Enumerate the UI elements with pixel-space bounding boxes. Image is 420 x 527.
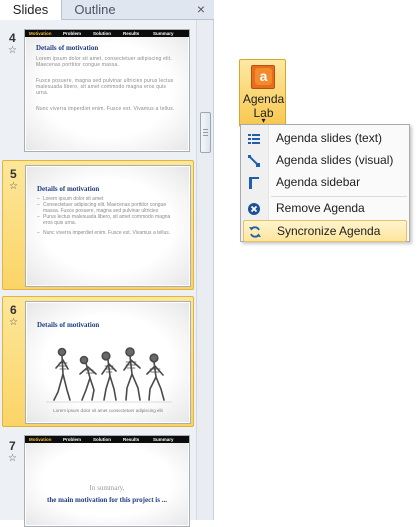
transition-star-icon: ☆	[8, 453, 17, 464]
slide-row-5[interactable]: 5 ☆ Details of motivation Lorem ipsum do…	[2, 160, 194, 290]
slide-nav-bar: Motivation Problem Solution Results Summ…	[25, 436, 189, 443]
sync-icon	[249, 226, 261, 238]
transition-star-icon: ☆	[9, 317, 18, 328]
slide-thumbnail-6[interactable]: Details of motivation Lorem ipsum dolor …	[25, 301, 191, 424]
nav-problem: Problem	[63, 437, 82, 442]
scrollbar-thumb[interactable]	[200, 112, 211, 153]
slide-paragraph: Lorem ipsum dolor sit amet, consectetuer…	[36, 56, 172, 68]
menu-item-label: Remove Agenda	[276, 201, 365, 215]
remove-circle-icon	[248, 203, 260, 215]
menu-item-syncronize-agenda[interactable]: Syncronize Agenda	[243, 220, 407, 242]
slide-bullet: Purus lectus malesuada libero, sit amet …	[37, 214, 177, 226]
agenda-lab-logo-icon: a	[251, 65, 275, 89]
slide-number: 7	[9, 439, 16, 453]
agenda-lab-label-line1: Agenda	[242, 92, 285, 106]
menu-item-remove-agenda[interactable]: Remove Agenda	[243, 198, 407, 220]
slide-paragraph: Fusce posuere, magna sed pulvinar ultric…	[36, 78, 174, 96]
slide-thumbnail-5[interactable]: Details of motivation Lorem ipsum dolor …	[25, 165, 191, 287]
pane-tab-bar: Slides Outline ×	[0, 0, 214, 20]
slide-bullet: Consectetuer adipiscing elit. Maecenas p…	[37, 202, 177, 214]
thumb-grip-line	[203, 135, 208, 136]
nav-problem: Problem	[63, 31, 82, 36]
menu-item-agenda-slides-visual[interactable]: Agenda slides (visual)	[243, 150, 407, 172]
slide-thumbnail-4[interactable]: Motivation Problem Solution Results Summ…	[24, 29, 190, 152]
slide-bullets: Lorem ipsum dolor sit amet Consectetuer …	[37, 196, 177, 236]
slide-thumbnail-7[interactable]: Motivation Problem Solution Results Summ…	[24, 435, 190, 527]
agenda-lab-button[interactable]: a Agenda Lab ▾	[239, 59, 286, 127]
slide-summary-line2: the main motivation for this project is …	[47, 496, 167, 504]
slide-row-4[interactable]: 4 ☆ Motivation Problem Solution Results …	[2, 27, 194, 155]
slide-nav-bar: Motivation Problem Solution Results Summ…	[25, 30, 189, 37]
slide-bullet: Nunc viverra imperdiet enim. Fusce est. …	[37, 230, 177, 236]
close-pane-icon[interactable]: ×	[194, 1, 208, 17]
menu-item-label: Agenda slides (visual)	[276, 153, 394, 167]
slide-row-6[interactable]: 6 ☆ Details of motivation Lorem ipsum do…	[2, 296, 194, 427]
slide-caption: Lorem ipsum dolor sit amet consectetuer …	[53, 408, 163, 413]
nav-summary: Summary	[153, 437, 174, 442]
slide-title: Details of motivation	[37, 185, 100, 193]
menu-item-agenda-sidebar[interactable]: Agenda sidebar	[243, 172, 407, 194]
menu-item-label: Agenda sidebar	[276, 175, 361, 189]
bullet-list-icon	[248, 134, 260, 144]
slide-title: Details of motivation	[37, 321, 100, 329]
nav-solution: Solution	[93, 437, 111, 442]
slides-pane: Slides Outline × 4 ☆ Motivation Problem …	[0, 0, 214, 527]
slide-row-7[interactable]: 7 ☆ Motivation Problem Solution Results …	[2, 433, 194, 527]
thumb-grip-line	[203, 132, 208, 133]
slides-scrollbar[interactable]	[196, 20, 213, 520]
tab-outline[interactable]: Outline	[63, 0, 127, 20]
nav-results: Results	[123, 437, 140, 442]
visual-agenda-icon	[248, 155, 260, 167]
menu-separator	[271, 196, 407, 197]
menu-item-agenda-slides-text[interactable]: Agenda slides (text)	[243, 128, 407, 150]
transition-star-icon: ☆	[9, 181, 18, 192]
tab-slides[interactable]: Slides	[0, 0, 62, 20]
slide-number: 6	[10, 303, 17, 317]
nav-solution: Solution	[93, 31, 111, 36]
thumb-grip-line	[203, 129, 208, 130]
agenda-lab-menu: Agenda slides (text) Agenda slides (visu…	[240, 124, 410, 242]
menu-item-label: Syncronize Agenda	[277, 224, 381, 238]
sidebar-icon	[249, 177, 259, 189]
slide-number: 5	[10, 167, 17, 181]
skeletons-image	[46, 347, 172, 403]
slide-title: Details of motivation	[36, 44, 99, 52]
nav-summary: Summary	[153, 31, 174, 36]
slide-paragraph: Nunc viverra imperdiet enim. Fusce est. …	[36, 106, 175, 112]
nav-motivation: Motivation	[29, 31, 52, 36]
nav-motivation: Motivation	[29, 437, 52, 442]
agenda-logo-letter: a	[255, 68, 272, 85]
transition-star-icon: ☆	[8, 45, 17, 56]
menu-item-label: Agenda slides (text)	[276, 131, 383, 145]
slide-number: 4	[9, 31, 16, 45]
slide-summary-line1: In summary,	[89, 484, 125, 492]
nav-results: Results	[123, 31, 140, 36]
